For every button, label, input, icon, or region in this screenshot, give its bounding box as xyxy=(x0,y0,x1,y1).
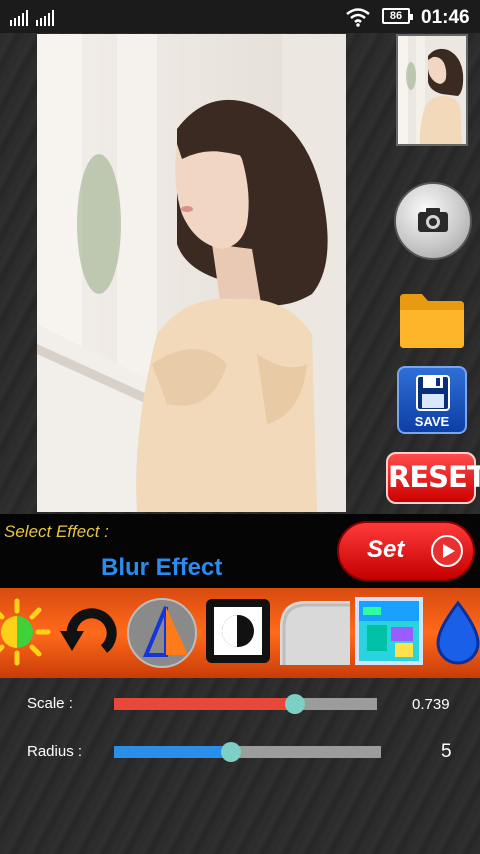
effect-toolbar xyxy=(0,588,480,678)
scale-slider-row: Scale : 0.739 xyxy=(0,689,480,719)
reset-button[interactable]: RESET xyxy=(386,452,480,504)
battery-indicator: 86 xyxy=(382,8,413,24)
radius-slider-fill xyxy=(114,746,232,758)
photo-preview[interactable] xyxy=(37,34,346,512)
current-effect-name: Blur Effect xyxy=(101,554,223,581)
floppy-disk-icon xyxy=(416,375,450,411)
open-folder-button[interactable] xyxy=(398,292,466,350)
radius-slider[interactable] xyxy=(114,742,381,762)
signal-icon xyxy=(10,10,54,26)
wifi-icon xyxy=(346,8,370,27)
clock: 01:46 xyxy=(421,7,470,28)
sharpen-icon[interactable] xyxy=(126,597,197,668)
contrast-icon[interactable] xyxy=(204,597,274,667)
radius-slider-thumb[interactable] xyxy=(221,742,242,762)
scale-slider-thumb[interactable] xyxy=(285,694,306,714)
portrait-image xyxy=(37,34,346,512)
effect-bar: Select Effect : Blur Effect Set xyxy=(0,514,480,588)
scale-value: 0.739 xyxy=(412,696,450,713)
brightness-icon[interactable] xyxy=(0,597,52,667)
camera-button[interactable] xyxy=(394,182,472,260)
play-arrow-icon xyxy=(431,535,463,567)
set-label: Set xyxy=(367,536,405,563)
radius-label: Radius : xyxy=(27,743,83,760)
folder-icon xyxy=(400,294,464,348)
water-drop-icon[interactable] xyxy=(432,597,480,667)
set-button[interactable]: Set xyxy=(337,521,475,581)
camera-icon xyxy=(418,208,448,232)
rotate-icon[interactable] xyxy=(54,597,124,667)
scale-label: Scale : xyxy=(27,695,73,712)
corner-icon[interactable] xyxy=(278,597,350,667)
color-map-icon[interactable] xyxy=(355,597,425,667)
save-label: SAVE xyxy=(414,414,450,429)
select-effect-label: Select Effect : xyxy=(4,522,109,541)
radius-value: 5 xyxy=(441,741,452,762)
scale-slider[interactable] xyxy=(114,694,377,714)
radius-slider-row: Radius : 5 xyxy=(0,737,480,767)
save-button[interactable]: SAVE xyxy=(397,366,467,434)
scale-slider-fill xyxy=(114,698,296,710)
status-bar: 86 01:46 xyxy=(0,0,480,33)
thumbnail-image[interactable] xyxy=(396,34,468,146)
